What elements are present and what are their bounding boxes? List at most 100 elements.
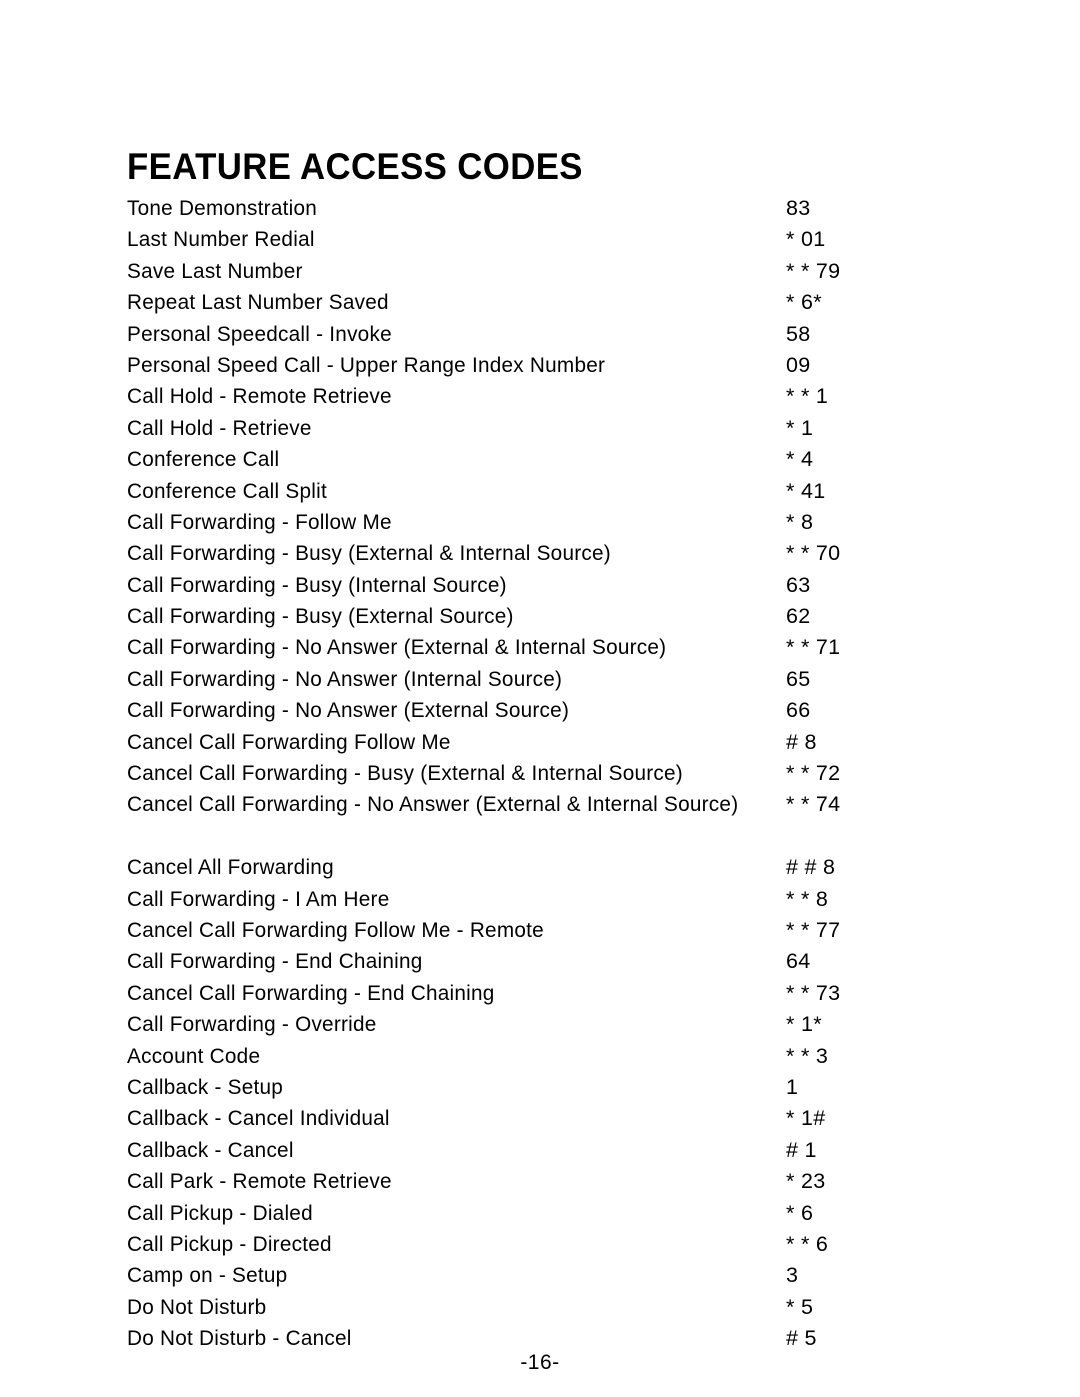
- feature-name: Call Forwarding - No Answer (External So…: [127, 698, 570, 723]
- feature-name: Call Forwarding - End Chaining: [127, 949, 423, 974]
- feature-name: Account Code: [127, 1043, 261, 1068]
- feature-name: Cancel Call Forwarding - Busy (External …: [127, 761, 683, 786]
- feature-name: Cancel Call Forwarding - No Answer (Exte…: [127, 792, 739, 817]
- table-row: Call Hold - Retrieve * 1: [0, 413, 1080, 444]
- feature-code: * 01: [786, 227, 826, 252]
- feature-name: Call Forwarding - No Answer (External & …: [127, 635, 667, 660]
- table-row: Last Number Redial * 01: [0, 224, 1080, 255]
- feature-code: * 41: [786, 478, 826, 503]
- feature-code: * 5: [786, 1294, 814, 1319]
- feature-code: 62: [786, 604, 811, 629]
- table-row: Tone Demonstration 83: [0, 193, 1080, 224]
- feature-name: Callback - Cancel: [127, 1137, 294, 1162]
- table-row: Conference Call * 4: [0, 444, 1080, 475]
- feature-code: * 6: [786, 1200, 814, 1225]
- feature-name: Camp on - Setup: [127, 1263, 288, 1288]
- table-row: Personal Speed Call - Upper Range Index …: [0, 350, 1080, 381]
- feature-code: * * 74: [786, 792, 841, 817]
- feature-name: Call Forwarding - No Answer (Internal So…: [127, 666, 563, 691]
- feature-name: Cancel All Forwarding: [127, 855, 334, 880]
- feature-code: 3: [786, 1263, 799, 1288]
- feature-code: * 8: [786, 509, 814, 534]
- table-row: Call Park - Remote Retrieve * 23: [0, 1166, 1080, 1197]
- feature-name: Callback - Setup: [127, 1074, 284, 1099]
- feature-access-code-table: Tone Demonstration 83 Last Number Redial * …: [0, 193, 1080, 1354]
- table-row: Call Forwarding - Busy (Internal Source)…: [0, 570, 1080, 601]
- table-row: Call Forwarding - No Answer (External So…: [0, 695, 1080, 726]
- table-row: Call Forwarding - Override * 1*: [0, 1009, 1080, 1040]
- feature-code: * * 79: [786, 258, 841, 283]
- table-row: Cancel Call Forwarding - No Answer (Exte…: [0, 789, 1080, 852]
- document-page: FEATURE ACCESS CODES Tone Demonstration 8…: [0, 0, 1080, 1397]
- table-row: Account Code * * 3: [0, 1041, 1080, 1072]
- table-row: Callback - Setup 1: [0, 1072, 1080, 1103]
- table-row: Cancel Call Forwarding Follow Me - Remot…: [0, 915, 1080, 946]
- table-row: Callback - Cancel # 1: [0, 1135, 1080, 1166]
- feature-code: * 1: [786, 415, 814, 440]
- feature-name: Call Hold - Remote Retrieve: [127, 384, 392, 409]
- feature-code: * * 71: [786, 635, 841, 660]
- table-row: Call Forwarding - No Answer (External & …: [0, 632, 1080, 663]
- feature-code: * 1#: [786, 1106, 826, 1131]
- feature-code: * * 8: [786, 886, 829, 911]
- feature-name: Call Forwarding - Busy (Internal Source): [127, 572, 507, 597]
- table-row: Cancel Call Forwarding - End Chaining * *…: [0, 978, 1080, 1009]
- feature-name: Call Pickup - Dialed: [127, 1200, 313, 1225]
- table-row: Call Forwarding - No Answer (Internal So…: [0, 664, 1080, 695]
- feature-name: Repeat Last Number Saved: [127, 290, 389, 315]
- feature-code: * * 70: [786, 541, 841, 566]
- feature-code: 1: [786, 1074, 799, 1099]
- feature-code: 09: [786, 352, 811, 377]
- page-number: -16-: [520, 1351, 560, 1374]
- table-row: Repeat Last Number Saved * 6*: [0, 287, 1080, 318]
- table-row: Call Forwarding - Busy (External Source)…: [0, 601, 1080, 632]
- table-row: Call Hold - Remote Retrieve * * 1: [0, 381, 1080, 412]
- feature-code: 83: [786, 196, 811, 220]
- feature-code: * * 1: [786, 384, 829, 409]
- feature-code: * 1*: [786, 1012, 822, 1037]
- page-title: FEATURE ACCESS CODES: [127, 145, 583, 187]
- feature-code: 58: [786, 321, 811, 346]
- table-row: Call Forwarding - End Chaining 64: [0, 946, 1080, 977]
- feature-code: * * 77: [786, 918, 841, 942]
- table-row: Callback - Cancel Individual * 1#: [0, 1103, 1080, 1134]
- table-row: Call Forwarding - Busy (External & Inter…: [0, 538, 1080, 569]
- feature-name: Cancel Call Forwarding Follow Me: [127, 729, 451, 754]
- feature-name: Call Park - Remote Retrieve: [127, 1169, 392, 1194]
- feature-code: 64: [786, 949, 811, 974]
- table-row: Call Pickup - Dialed * 6: [0, 1198, 1080, 1229]
- feature-name: Call Pickup - Directed: [127, 1231, 332, 1256]
- feature-code: * * 6: [786, 1231, 829, 1256]
- feature-name: Call Forwarding - Follow Me: [127, 509, 392, 534]
- feature-code: * * 72: [786, 761, 841, 786]
- feature-name: Do Not Disturb: [127, 1294, 267, 1319]
- feature-name: Personal Speed Call - Upper Range Index …: [127, 352, 606, 377]
- feature-code: # # 8: [786, 855, 836, 880]
- feature-code: 66: [786, 698, 811, 723]
- table-row: Camp on - Setup 3: [0, 1260, 1080, 1291]
- feature-name: Call Hold - Retrieve: [127, 415, 312, 440]
- feature-code: # 8: [786, 729, 817, 754]
- feature-name: Tone Demonstration: [127, 196, 318, 220]
- table-row: Call Forwarding - I Am Here * * 8: [0, 884, 1080, 915]
- table-row: Save Last Number * * 79: [0, 256, 1080, 287]
- table-row: Cancel Call Forwarding Follow Me # 8: [0, 727, 1080, 758]
- feature-code: * 6*: [786, 290, 822, 315]
- feature-code: * 23: [786, 1169, 826, 1194]
- feature-name: Callback - Cancel Individual: [127, 1106, 390, 1131]
- feature-name: Cancel Call Forwarding - End Chaining: [127, 980, 495, 1005]
- feature-name: Conference Call Split: [127, 478, 327, 503]
- table-row: Call Forwarding - Follow Me * 8: [0, 507, 1080, 538]
- feature-name: Call Forwarding - Busy (External & Inter…: [127, 541, 611, 566]
- feature-name: Personal Speedcall - Invoke: [127, 321, 392, 346]
- feature-name: Call Forwarding - I Am Here: [127, 886, 390, 911]
- feature-code: 65: [786, 666, 811, 691]
- table-row: Conference Call Split * 41: [0, 476, 1080, 507]
- feature-name: Call Forwarding - Override: [127, 1012, 377, 1037]
- feature-code: * 4: [786, 447, 814, 472]
- feature-name: Cancel Call Forwarding Follow Me - Remot…: [127, 918, 544, 942]
- table-row: Do Not Disturb * 5: [0, 1292, 1080, 1323]
- feature-code: * * 3: [786, 1043, 829, 1068]
- table-row: Call Pickup - Directed * * 6: [0, 1229, 1080, 1260]
- feature-name: Save Last Number: [127, 258, 303, 283]
